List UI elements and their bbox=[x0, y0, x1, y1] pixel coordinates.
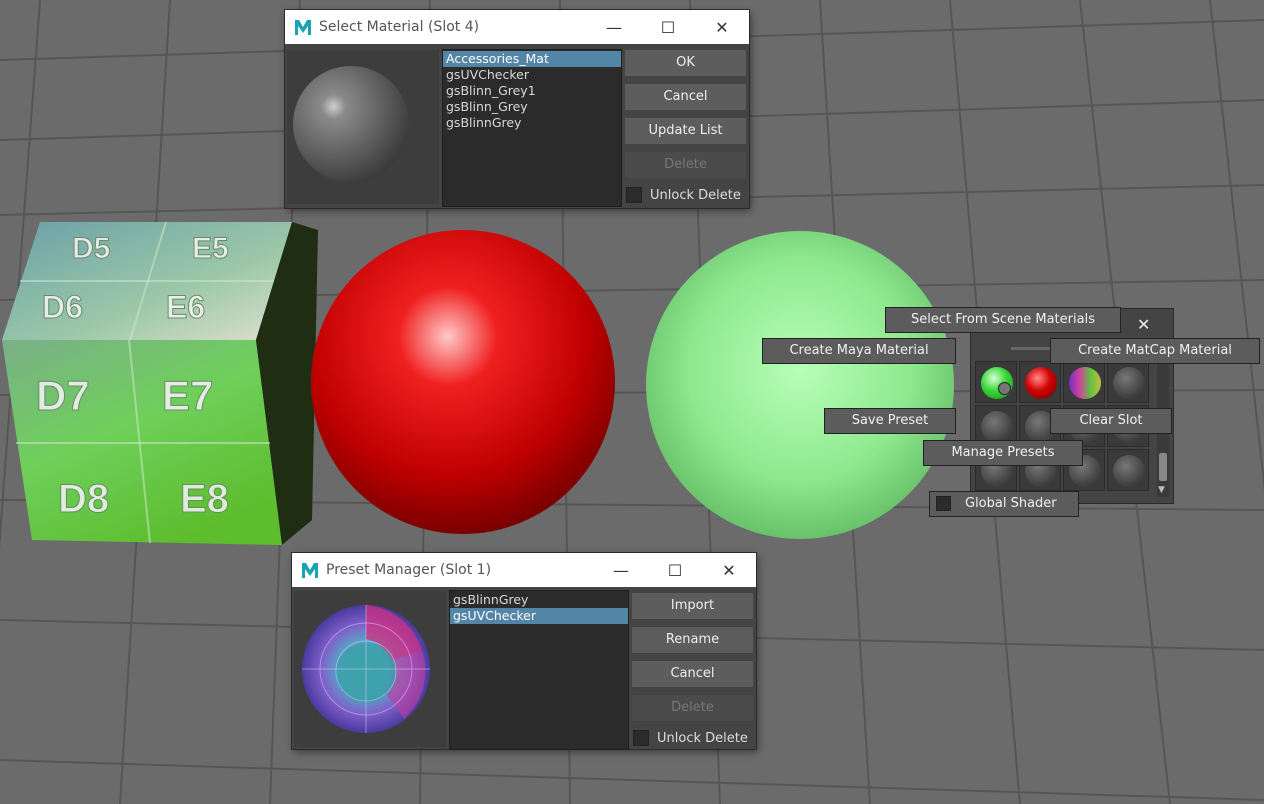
shader-slot[interactable] bbox=[975, 361, 1017, 403]
material-preview bbox=[287, 50, 439, 204]
list-item[interactable]: gsBlinn_Grey1 bbox=[443, 83, 621, 99]
list-item[interactable]: gsBlinnGrey bbox=[443, 115, 621, 131]
list-item[interactable]: gsUVChecker bbox=[450, 608, 628, 624]
global-shader-checkbox[interactable]: Global Shader bbox=[929, 491, 1079, 517]
uv-material-icon bbox=[1069, 367, 1101, 399]
maximize-icon[interactable]: ☐ bbox=[641, 10, 695, 44]
grey-material-icon bbox=[1113, 367, 1145, 399]
delete-button[interactable]: Delete bbox=[632, 695, 753, 721]
checkbox-label: Unlock Delete bbox=[657, 730, 748, 746]
window-title: Select Material (Slot 4) bbox=[319, 19, 480, 35]
list-item[interactable]: gsBlinn_Grey bbox=[443, 99, 621, 115]
cursor-indicator bbox=[998, 382, 1011, 395]
uv-cube[interactable]: D5 E5 D6 E6 D7 E7 D8 E8 bbox=[2, 221, 318, 545]
unlock-delete-checkbox[interactable]: Unlock Delete bbox=[626, 187, 741, 203]
cube-label: D6 bbox=[42, 289, 83, 325]
grey-sphere-preview bbox=[293, 66, 409, 182]
maya-logo-icon bbox=[293, 17, 313, 37]
material-list[interactable]: Accessories_Mat gsUVChecker gsBlinn_Grey… bbox=[442, 49, 622, 207]
cube-label: E6 bbox=[166, 289, 205, 325]
cube-label: E5 bbox=[192, 232, 229, 265]
import-button[interactable]: Import bbox=[632, 593, 753, 619]
minimize-icon[interactable]: — bbox=[594, 553, 648, 587]
cube-label: E8 bbox=[180, 477, 229, 521]
preset-list[interactable]: gsBlinnGrey gsUVChecker bbox=[449, 590, 629, 750]
rename-button[interactable]: Rename bbox=[632, 627, 753, 653]
cancel-button[interactable]: Cancel bbox=[632, 661, 753, 687]
select-from-scene-button[interactable]: Select From Scene Materials bbox=[885, 307, 1121, 333]
shader-slot[interactable] bbox=[1019, 361, 1061, 403]
preset-manager-window[interactable]: Preset Manager (Slot 1) — ☐ ✕ gsBlinnGre… bbox=[292, 553, 756, 750]
title-bar[interactable]: Select Material (Slot 4) — ☐ ✕ bbox=[285, 10, 749, 44]
minimize-icon[interactable]: — bbox=[587, 10, 641, 44]
red-sphere[interactable] bbox=[311, 230, 615, 534]
unlock-delete-checkbox[interactable]: Unlock Delete bbox=[633, 730, 748, 746]
clear-slot-button[interactable]: Clear Slot bbox=[1050, 408, 1172, 434]
green-sphere[interactable] bbox=[646, 231, 954, 539]
shader-slot[interactable] bbox=[1107, 449, 1149, 491]
list-item[interactable]: Accessories_Mat bbox=[443, 51, 621, 67]
maya-logo-icon bbox=[300, 560, 320, 580]
create-matcap-material-button[interactable]: Create MatCap Material bbox=[1050, 338, 1260, 364]
manage-presets-button[interactable]: Manage Presets bbox=[923, 440, 1083, 466]
checkbox-label: Global Shader bbox=[965, 496, 1057, 511]
cube-label: D5 bbox=[72, 232, 110, 265]
ok-button[interactable]: OK bbox=[625, 50, 746, 76]
maximize-icon[interactable]: ☐ bbox=[648, 553, 702, 587]
save-preset-button[interactable]: Save Preset bbox=[824, 408, 956, 434]
close-icon[interactable]: ✕ bbox=[695, 10, 749, 44]
select-material-window[interactable]: Select Material (Slot 4) — ☐ ✕ Accessori… bbox=[285, 10, 749, 208]
delete-button[interactable]: Delete bbox=[625, 152, 746, 178]
cube-label: D7 bbox=[36, 372, 90, 419]
red-material-icon bbox=[1025, 367, 1057, 399]
checkbox-box[interactable] bbox=[626, 187, 642, 203]
cube-label: E7 bbox=[162, 372, 213, 419]
create-maya-material-button[interactable]: Create Maya Material bbox=[762, 338, 956, 364]
cancel-button[interactable]: Cancel bbox=[625, 84, 746, 110]
scroll-down-icon[interactable]: ▼ bbox=[1158, 485, 1165, 495]
scrollbar-thumb[interactable] bbox=[1159, 453, 1167, 481]
update-list-button[interactable]: Update List bbox=[625, 118, 746, 144]
title-bar[interactable]: Preset Manager (Slot 1) — ☐ ✕ bbox=[292, 553, 756, 587]
cube-label: D8 bbox=[58, 477, 109, 521]
shader-slot[interactable] bbox=[1063, 361, 1105, 403]
list-item[interactable]: gsUVChecker bbox=[443, 67, 621, 83]
checkbox-box[interactable] bbox=[936, 496, 951, 511]
shader-slot[interactable] bbox=[1107, 361, 1149, 403]
close-icon[interactable]: ✕ bbox=[702, 553, 756, 587]
close-icon[interactable]: ✕ bbox=[1137, 315, 1150, 334]
grey-material-icon bbox=[981, 411, 1013, 443]
checkbox-label: Unlock Delete bbox=[650, 187, 741, 203]
list-item[interactable]: gsBlinnGrey bbox=[450, 592, 628, 608]
preset-preview bbox=[294, 591, 446, 747]
checkbox-box[interactable] bbox=[633, 730, 649, 746]
window-title: Preset Manager (Slot 1) bbox=[326, 562, 492, 578]
grey-material-icon bbox=[1113, 455, 1145, 487]
